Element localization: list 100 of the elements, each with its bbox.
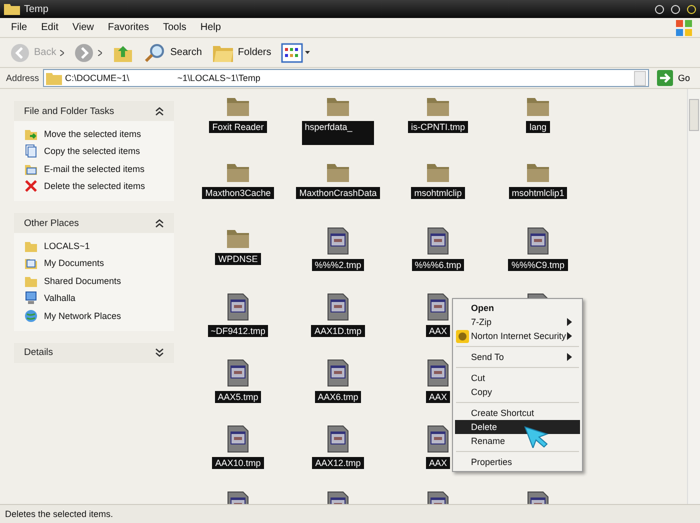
file-name: msohtmlclip bbox=[411, 187, 465, 199]
menu-item[interactable]: Copy bbox=[455, 385, 580, 399]
file-icon[interactable] bbox=[427, 227, 449, 255]
menu-item[interactable]: Tools bbox=[158, 22, 192, 33]
caret-icon bbox=[60, 50, 64, 56]
folders-button[interactable]: Folders bbox=[208, 40, 276, 64]
folder-document-icon bbox=[24, 256, 38, 270]
file-name: AAX bbox=[426, 325, 450, 337]
file-name: hsperfdata_ bbox=[302, 121, 374, 145]
collapse-chevron-icon bbox=[155, 106, 164, 116]
menu-item[interactable]: File bbox=[6, 22, 32, 33]
file-name: Foxit Reader bbox=[209, 121, 267, 133]
caret-icon bbox=[98, 50, 102, 56]
folder-icon[interactable] bbox=[226, 227, 250, 249]
file-icon[interactable] bbox=[227, 359, 249, 387]
file-name: msohtmlclip1 bbox=[508, 187, 568, 199]
file-icon[interactable] bbox=[427, 425, 449, 453]
address-field[interactable]: C:\DOCUME~1\ ~1\LOCALS~1\Temp bbox=[43, 69, 649, 87]
task-link[interactable]: Copy the selected items bbox=[44, 146, 140, 156]
folder-icon[interactable] bbox=[326, 95, 350, 117]
file-name: AAX5.tmp bbox=[214, 391, 262, 403]
menu-item[interactable]: Rename bbox=[455, 434, 580, 448]
menu-item[interactable]: Help bbox=[195, 22, 226, 33]
folder-icon[interactable] bbox=[226, 161, 250, 183]
submenu-arrow-icon bbox=[567, 353, 572, 361]
task-link[interactable]: E-mail the selected items bbox=[44, 164, 145, 174]
folder-icon[interactable] bbox=[226, 95, 250, 117]
file-icon[interactable] bbox=[327, 359, 349, 387]
cross-icon bbox=[24, 179, 38, 194]
file-icon[interactable] bbox=[227, 293, 249, 321]
arrow-icon bbox=[656, 70, 673, 86]
folder-icon[interactable] bbox=[426, 161, 450, 183]
file-name: ~DF9412.tmp bbox=[208, 325, 268, 337]
file-name: AAX1D.tmp bbox=[311, 325, 365, 337]
folder-icon[interactable] bbox=[526, 95, 550, 117]
menu-item[interactable]: Cut bbox=[455, 371, 580, 385]
panel-header[interactable]: Details bbox=[14, 342, 174, 362]
file-name: AAX6.tmp bbox=[314, 391, 362, 403]
status-text: Deletes the selected items. bbox=[0, 504, 700, 523]
scroll-thumb[interactable] bbox=[689, 99, 699, 131]
file-icon[interactable] bbox=[327, 227, 349, 255]
menu-item[interactable]: View bbox=[67, 22, 99, 33]
file-name: %%%6.tmp bbox=[412, 259, 464, 271]
minimize-button[interactable] bbox=[655, 4, 664, 14]
menu-item[interactable]: Open bbox=[455, 301, 580, 315]
file-icon[interactable] bbox=[527, 227, 549, 255]
folder-icon bbox=[4, 3, 20, 15]
folder-icon[interactable] bbox=[526, 161, 550, 183]
go-button[interactable]: Go bbox=[652, 70, 694, 86]
file-name: AAX12.tmp bbox=[312, 457, 364, 469]
folder-icon[interactable] bbox=[326, 161, 350, 183]
windows-logo-icon bbox=[674, 18, 694, 38]
panel-header[interactable]: Other Places bbox=[14, 213, 174, 233]
menu-item[interactable]: Properties bbox=[455, 455, 580, 469]
mouse-pointer-icon bbox=[524, 426, 550, 448]
task-link[interactable]: Move the selected items bbox=[44, 128, 142, 139]
scrollbar[interactable] bbox=[687, 89, 700, 504]
file-name: %%%2.tmp bbox=[312, 259, 364, 271]
file-name: %%%C9.tmp bbox=[508, 259, 568, 271]
file-icon[interactable] bbox=[227, 425, 249, 453]
menu-item[interactable]: Norton Internet Security bbox=[455, 329, 580, 343]
file-name: WPDNSE bbox=[215, 253, 261, 265]
file-name: AAX bbox=[426, 457, 450, 469]
file-name: is-CPNTI.tmp bbox=[408, 121, 468, 133]
folder-icon[interactable] bbox=[426, 95, 450, 117]
task-link[interactable]: Delete the selected items bbox=[44, 181, 146, 192]
maximize-button[interactable] bbox=[671, 4, 680, 14]
file-name: AAX bbox=[426, 391, 450, 403]
pages-icon bbox=[24, 144, 38, 158]
menu-item[interactable]: 7-Zip bbox=[455, 315, 580, 329]
views-grid-icon bbox=[281, 42, 312, 62]
file-icon[interactable] bbox=[427, 293, 449, 321]
file-name: MaxthonCrashData bbox=[296, 187, 380, 199]
task-link[interactable]: My Network Places bbox=[44, 310, 122, 321]
search-button[interactable]: Search bbox=[140, 40, 206, 66]
window-title: Temp bbox=[24, 4, 48, 14]
menu-item[interactable]: Send To bbox=[455, 350, 580, 364]
task-link[interactable]: LOCALS~1 bbox=[44, 240, 90, 251]
file-icon[interactable] bbox=[327, 293, 349, 321]
folder-icon bbox=[46, 72, 62, 84]
file-name: lang bbox=[526, 121, 550, 133]
expand-chevron-icon bbox=[155, 348, 164, 357]
close-button[interactable] bbox=[687, 4, 696, 14]
task-link[interactable]: Valhalla bbox=[44, 293, 76, 304]
collapse-chevron-icon bbox=[155, 218, 164, 228]
task-link[interactable]: Shared Documents bbox=[44, 276, 122, 286]
search-icon bbox=[144, 42, 166, 64]
address-label: Address bbox=[6, 73, 40, 83]
globe-icon bbox=[24, 308, 38, 323]
menu-item[interactable]: Create Shortcut bbox=[455, 406, 580, 420]
shield-badge-icon bbox=[456, 330, 469, 342]
menu-item[interactable]: Delete bbox=[455, 420, 580, 434]
task-link[interactable]: My Documents bbox=[44, 258, 104, 268]
file-name: AAX10.tmp bbox=[212, 457, 264, 469]
file-icon[interactable] bbox=[327, 425, 349, 453]
menu-item[interactable]: Edit bbox=[36, 22, 64, 33]
menu-item[interactable]: Favorites bbox=[102, 22, 154, 33]
file-name: Maxthon3Cache bbox=[202, 187, 274, 199]
panel-header[interactable]: File and Folder Tasks bbox=[14, 101, 174, 121]
file-icon[interactable] bbox=[427, 359, 449, 387]
